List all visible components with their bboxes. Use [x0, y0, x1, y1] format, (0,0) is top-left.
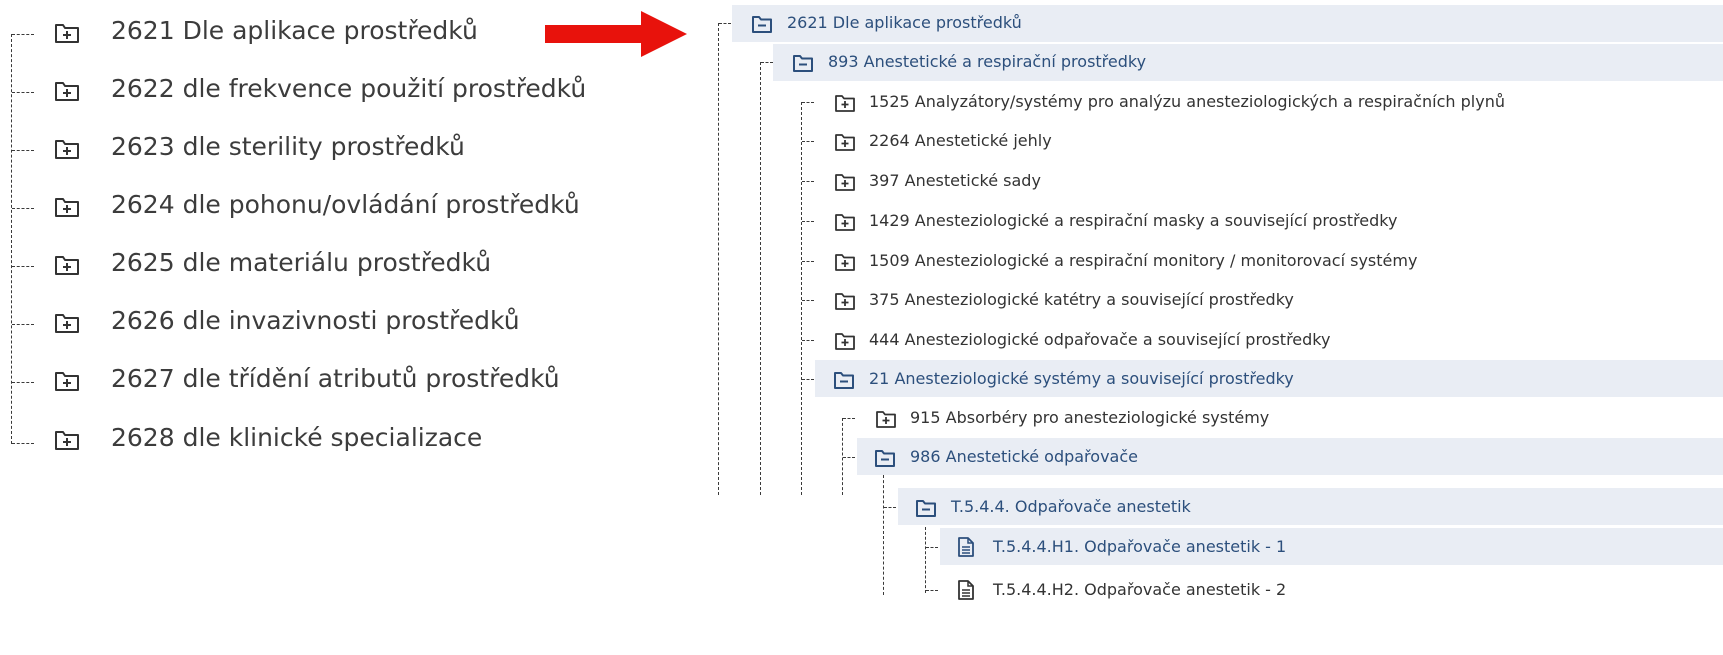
tree-connector [802, 379, 814, 380]
tree-connector [843, 457, 855, 458]
folder-plus-icon[interactable] [834, 252, 856, 272]
tree-node-label[interactable]: T.5.4.4.H1. Odpařovače anestetik - 1 [993, 537, 1286, 556]
tree-node-label[interactable]: 444 Anesteziologické odpařovače a souvis… [869, 330, 1330, 349]
folder-minus-icon[interactable] [792, 53, 814, 73]
tree-node-label[interactable]: 2621 Dle aplikace prostředků [111, 16, 478, 45]
document-icon[interactable] [957, 537, 975, 557]
tree-connector [12, 150, 34, 151]
folder-minus-icon[interactable] [751, 14, 773, 34]
tree-guide-line [925, 527, 926, 593]
tree-connector [12, 92, 34, 93]
tree-connector [802, 141, 814, 142]
folder-plus-icon[interactable] [834, 291, 856, 311]
tree-node-label[interactable]: 2621 Dle aplikace prostředků [787, 13, 1022, 32]
tree-connector [802, 181, 814, 182]
tree-node-label[interactable]: 2625 dle materiálu prostředků [111, 248, 491, 277]
tree-connector [843, 418, 855, 419]
tree-connector [12, 324, 34, 325]
document-icon[interactable] [957, 580, 975, 600]
tree-node-label[interactable]: 2624 dle pohonu/ovládání prostředků [111, 190, 580, 219]
tree-node-label[interactable]: T.5.4.4.H2. Odpařovače anestetik - 2 [993, 580, 1286, 599]
folder-minus-icon[interactable] [874, 448, 896, 468]
tree-node-label[interactable]: 375 Anesteziologické katétry a souvisejí… [869, 290, 1294, 309]
tree-connector [926, 590, 938, 591]
tree-node-label[interactable]: T.5.4.4. Odpařovače anestetik [951, 497, 1191, 516]
folder-plus-icon[interactable] [834, 331, 856, 351]
folder-plus-icon[interactable] [54, 253, 80, 277]
tree-node-label[interactable]: 2622 dle frekvence použití prostředků [111, 74, 586, 103]
tree-node-label[interactable]: 2626 dle invazivnosti prostředků [111, 306, 520, 335]
folder-minus-icon[interactable] [915, 498, 937, 518]
folder-plus-icon[interactable] [54, 311, 80, 335]
folder-minus-icon[interactable] [833, 370, 855, 390]
tree-connector [802, 221, 814, 222]
tree-node-label[interactable]: 21 Anesteziologické systémy a souvisejíc… [869, 369, 1294, 388]
tree-node-label[interactable]: 1509 Anesteziologické a respirační monit… [869, 251, 1417, 270]
folder-plus-icon[interactable] [54, 428, 80, 452]
tree-node-label[interactable]: 2628 dle klinické specializace [111, 423, 482, 452]
tree-connector [12, 208, 34, 209]
tree-node-label[interactable]: 915 Absorbéry pro anesteziologické systé… [910, 408, 1269, 427]
tree-connector [802, 340, 814, 341]
tree-connector [12, 266, 34, 267]
tree-node-label[interactable]: 2264 Anestetické jehly [869, 131, 1052, 150]
tree-guide-line [718, 23, 719, 495]
tree-node-label[interactable]: 397 Anestetické sady [869, 171, 1041, 190]
tree-connector [12, 443, 34, 444]
tree-connector [761, 62, 773, 63]
tree-guide-line [883, 475, 884, 595]
tree-connector [719, 23, 731, 24]
tree-connector [802, 102, 814, 103]
folder-plus-icon[interactable] [54, 21, 80, 45]
tree-connector [12, 34, 34, 35]
folder-plus-icon[interactable] [834, 93, 856, 113]
tree-node-label[interactable]: 1429 Anesteziologické a respirační masky… [869, 211, 1397, 230]
folder-plus-icon[interactable] [54, 79, 80, 103]
folder-plus-icon[interactable] [834, 132, 856, 152]
folder-plus-icon[interactable] [54, 137, 80, 161]
tree-connector [802, 300, 814, 301]
tree-node-label[interactable]: 893 Anestetické a respirační prostředky [828, 52, 1146, 71]
tree-guide-line [760, 62, 761, 495]
tree-node-label[interactable]: 2627 dle třídění atributů prostředků [111, 364, 560, 393]
folder-plus-icon[interactable] [834, 212, 856, 232]
folder-plus-icon[interactable] [875, 409, 897, 429]
tree-connector [884, 507, 896, 508]
tree-connector [802, 261, 814, 262]
folder-plus-icon[interactable] [54, 195, 80, 219]
tree-node-label[interactable]: 1525 Analyzátory/systémy pro analýzu ane… [869, 92, 1505, 111]
folder-plus-icon[interactable] [834, 172, 856, 192]
arrow-right-icon [545, 11, 687, 57]
tree-guide-line [801, 102, 802, 495]
tree-node-label[interactable]: 2623 dle sterility prostředků [111, 132, 465, 161]
tree-connector [12, 382, 34, 383]
tree-node-label[interactable]: 986 Anestetické odpařovače [910, 447, 1138, 466]
folder-plus-icon[interactable] [54, 369, 80, 393]
tree-connector [926, 547, 938, 548]
